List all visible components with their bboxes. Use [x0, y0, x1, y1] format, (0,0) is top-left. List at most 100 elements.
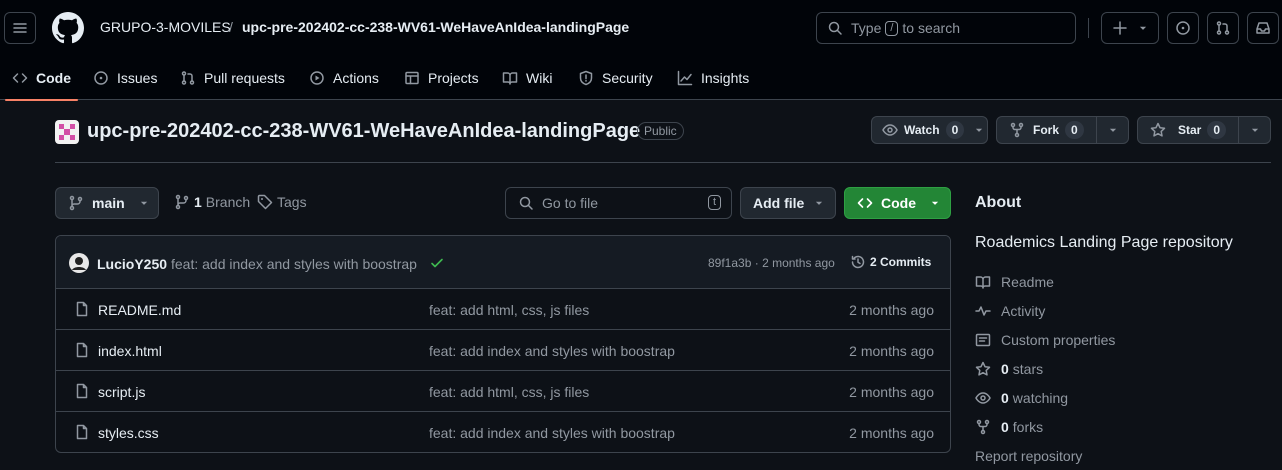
about-readme-link[interactable]: Readme: [975, 274, 1054, 290]
branches-link[interactable]: 1 Branch: [174, 194, 250, 210]
breadcrumb-owner[interactable]: GRUPO-3-MOVILES: [100, 19, 231, 35]
file-name[interactable]: index.html: [98, 343, 162, 359]
eye-icon: [882, 124, 898, 136]
fork-button[interactable]: Fork 0: [996, 116, 1129, 144]
commit-author[interactable]: LucioY250: [97, 256, 167, 272]
latest-commit-row: LucioY250 feat: add index and styles wit…: [56, 236, 950, 289]
triangle-down-icon: [816, 201, 823, 205]
file-commit-message[interactable]: feat: add html, css, js files: [429, 384, 589, 400]
code-icon: [857, 198, 873, 208]
about-forks-link[interactable]: 0 forks: [975, 419, 1043, 435]
table-row[interactable]: index.html feat: add index and styles wi…: [56, 330, 950, 371]
commit-hash[interactable]: 89f1a3b: [708, 256, 751, 270]
file-commit-date: 2 months ago: [849, 384, 934, 400]
history-icon: [851, 255, 865, 269]
fork-count: 0: [1065, 121, 1084, 139]
code-button-label: Code: [881, 195, 916, 211]
tab-issues[interactable]: Issues: [93, 56, 157, 100]
search-input[interactable]: Type / to search: [816, 12, 1076, 44]
watch-count: 0: [945, 121, 965, 139]
fork-divider: [1095, 117, 1097, 143]
repo-title[interactable]: upc-pre-202402-cc-238-WV61-WeHaveAnIdea-…: [87, 120, 640, 143]
about-activity-link[interactable]: Activity: [975, 303, 1045, 319]
commit-message[interactable]: feat: add index and styles with boostrap: [171, 256, 417, 272]
branch-select-button[interactable]: main: [55, 187, 159, 219]
table-icon: [405, 71, 419, 85]
github-logo-icon[interactable]: [52, 12, 84, 44]
about-heading: About: [975, 194, 1022, 211]
file-commit-date: 2 months ago: [849, 343, 934, 359]
watch-label: Watch: [904, 123, 940, 137]
go-to-file-input[interactable]: Go to file t: [505, 187, 732, 219]
branch-label: Branch: [205, 194, 251, 210]
report-repository-link[interactable]: Report repository: [975, 448, 1082, 464]
issues-button[interactable]: [1167, 12, 1199, 44]
file-icon: [76, 383, 88, 399]
file-icon: [76, 342, 88, 358]
about-stars-link[interactable]: 0 stars: [975, 361, 1043, 377]
tab-pull-requests-label: Pull requests: [204, 70, 285, 86]
tab-projects[interactable]: Projects: [404, 56, 479, 100]
tab-actions-label: Actions: [333, 70, 379, 86]
about-custom-properties-link[interactable]: Custom properties: [975, 332, 1115, 348]
branch-count: 1: [194, 194, 202, 210]
tab-security[interactable]: Security: [578, 56, 653, 100]
inbox-icon: [1256, 22, 1270, 34]
tags-label: Tags: [277, 194, 307, 210]
pulse-icon: [975, 306, 991, 316]
star-button[interactable]: Star 0: [1137, 116, 1271, 144]
search-icon: [828, 21, 842, 35]
file-commit-message[interactable]: feat: add index and styles with boostrap: [429, 343, 675, 359]
book-icon: [975, 276, 991, 289]
play-icon: [310, 71, 324, 85]
git-branch-icon: [175, 194, 189, 210]
tag-icon: [257, 194, 273, 210]
commits-label: 2 Commits: [870, 255, 932, 269]
about-watching-count: 0: [1001, 390, 1009, 406]
about-watching-link[interactable]: 0 watching: [975, 390, 1068, 406]
hamburger-icon: [13, 23, 27, 33]
repo-forked-icon: [976, 419, 990, 435]
file-commit-date: 2 months ago: [849, 425, 934, 441]
breadcrumb-repo[interactable]: upc-pre-202402-cc-238-WV61-WeHaveAnIdea-…: [242, 19, 629, 35]
tab-actions[interactable]: Actions: [309, 56, 379, 100]
create-new-button[interactable]: [1101, 12, 1159, 44]
file-icon: [76, 301, 88, 317]
triangle-down-icon: [931, 201, 939, 205]
search-shortcut-key: /: [885, 20, 899, 36]
tab-security-label: Security: [602, 70, 653, 86]
check-icon[interactable]: [429, 255, 445, 271]
tab-projects-label: Projects: [428, 70, 479, 86]
menu-button[interactable]: [4, 12, 36, 44]
file-commit-date: 2 months ago: [849, 302, 934, 318]
star-count: 0: [1207, 121, 1227, 139]
file-name[interactable]: styles.css: [98, 425, 159, 441]
pull-requests-button[interactable]: [1207, 12, 1239, 44]
watch-button[interactable]: Watch 0: [871, 116, 988, 144]
tags-link[interactable]: Tags: [257, 194, 307, 210]
add-file-label: Add file: [753, 195, 805, 211]
file-name[interactable]: script.js: [98, 384, 145, 400]
about-forks-count: 0: [1001, 419, 1009, 435]
commits-link[interactable]: 2 Commits: [850, 254, 931, 270]
tab-wiki[interactable]: Wiki: [502, 56, 552, 100]
triangle-down-icon[interactable]: [1250, 125, 1260, 135]
code-button[interactable]: Code: [844, 187, 951, 219]
about-stars-label: stars: [1012, 361, 1044, 377]
table-row[interactable]: styles.css feat: add index and styles wi…: [56, 412, 950, 452]
tab-code[interactable]: Code: [5, 56, 78, 101]
triangle-down-icon[interactable]: [1108, 125, 1118, 135]
table-row[interactable]: script.js feat: add html, css, js files …: [56, 371, 950, 412]
add-file-button[interactable]: Add file: [740, 187, 836, 219]
file-commit-message[interactable]: feat: add index and styles with boostrap: [429, 425, 675, 441]
file-name[interactable]: README.md: [98, 302, 181, 318]
avatar[interactable]: [69, 253, 89, 273]
file-commit-message[interactable]: feat: add html, css, js files: [429, 302, 589, 318]
tab-insights[interactable]: Insights: [677, 56, 749, 100]
branch-name: main: [92, 195, 125, 211]
about-description: Roademics Landing Page repository: [975, 234, 1233, 251]
table-row[interactable]: README.md feat: add html, css, js files …: [56, 289, 950, 330]
tab-pull-requests[interactable]: Pull requests: [180, 56, 285, 100]
file-icon: [76, 424, 88, 440]
inbox-button[interactable]: [1247, 12, 1279, 44]
